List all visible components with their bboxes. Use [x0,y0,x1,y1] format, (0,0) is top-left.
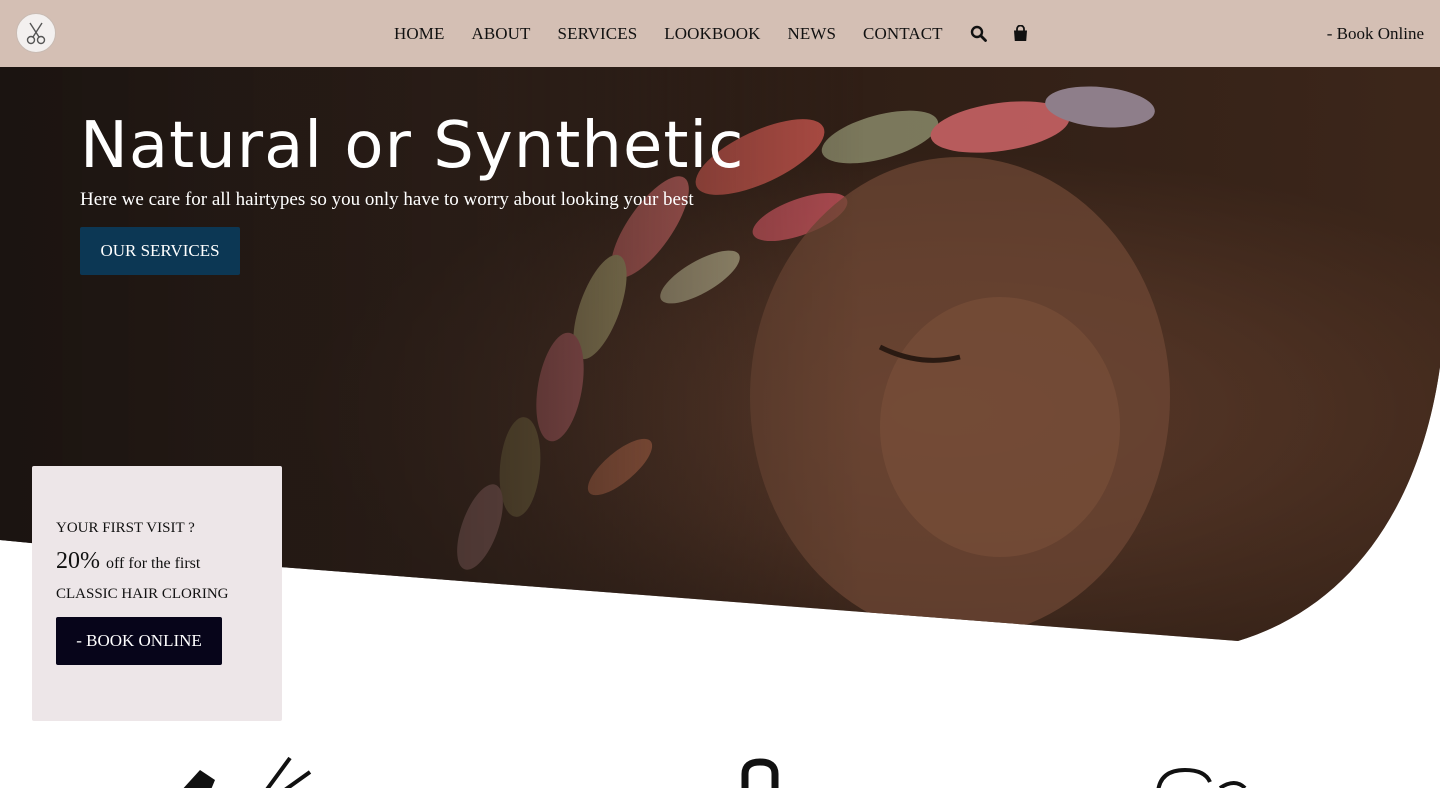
our-services-button[interactable]: OUR SERVICES [80,227,240,275]
nav-contact[interactable]: CONTACT [863,24,943,44]
nav-home[interactable]: HOME [394,24,444,44]
hero-title: Natural or Synthetic [80,109,745,183]
promo-service: CLASSIC HAIR CLORING [56,586,229,602]
promo-question: YOUR FIRST VISIT ? [56,520,195,536]
nav-lookbook[interactable]: LOOKBOOK [664,24,760,44]
book-online-button[interactable]: - BOOK ONLINE [56,617,222,665]
search-icon[interactable] [970,25,987,42]
hair-washing-icon [1150,752,1250,788]
nav-news[interactable]: NEWS [787,24,836,44]
comb-scissors-icon [170,752,320,788]
shopping-bag-icon[interactable] [1013,25,1028,42]
site-header: HOME ABOUT SERVICES LOOKBOOK NEWS CONTAC… [0,0,1440,67]
scissors-logo-icon[interactable] [16,13,56,53]
promo-discount: 20% off for the first [56,548,200,575]
promo-percent: 20% [56,548,100,574]
first-visit-promo-card: YOUR FIRST VISIT ? 20% off for the first… [32,466,282,721]
main-nav: HOME ABOUT SERVICES LOOKBOOK NEWS CONTAC… [394,0,1054,67]
promo-percent-text: off for the first [106,555,201,572]
hero-subtitle: Here we care for all hairtypes so you on… [80,189,694,210]
nav-about[interactable]: ABOUT [471,24,530,44]
hair-dryer-icon [735,752,785,788]
nav-services[interactable]: SERVICES [558,24,638,44]
book-online-link[interactable]: - Book Online [1327,0,1424,67]
